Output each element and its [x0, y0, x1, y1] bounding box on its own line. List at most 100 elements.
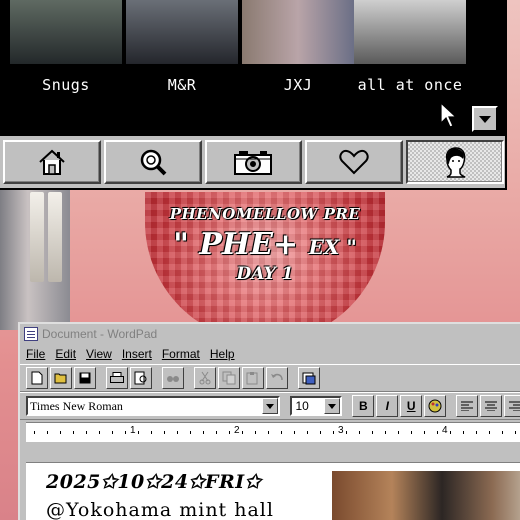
ruler-tick — [151, 431, 152, 434]
wordpad-titlebar[interactable]: Document - WordPad — [20, 324, 520, 344]
ruler-tick — [359, 431, 360, 434]
align-center-icon — [485, 401, 498, 411]
chevron-down-icon — [328, 403, 337, 409]
member-card[interactable]: Snugs — [8, 0, 124, 136]
menu-format[interactable]: Format — [162, 347, 200, 361]
member-photo — [242, 0, 354, 64]
ruler-tick — [411, 431, 412, 434]
arrow-down-icon — [479, 115, 491, 123]
menu-file[interactable]: File — [26, 347, 45, 361]
bold-button[interactable]: B — [352, 395, 375, 417]
event-name-suffix: EX " — [308, 235, 357, 259]
copy-button[interactable] — [218, 367, 240, 389]
ruler-tick — [476, 431, 477, 434]
ruler-tick — [294, 431, 295, 434]
event-name: " PHE+ EX " — [145, 227, 385, 262]
menu-help[interactable]: Help — [210, 347, 235, 361]
print-button[interactable] — [106, 367, 128, 389]
ruler-tick — [216, 431, 217, 434]
document-date-text: 2025✩10✩24✩FRI✩ — [46, 471, 262, 493]
ruler-tick — [255, 431, 256, 434]
ruler-tick — [333, 431, 334, 434]
menu-insert[interactable]: Insert — [122, 347, 152, 361]
member-gallery-window: Snugs M&R JXJ all at once — [0, 0, 507, 190]
ruler-tick — [307, 431, 308, 434]
format-toolbar: Times New Roman 10 B I U — [20, 392, 520, 420]
favorites-button[interactable] — [305, 140, 404, 184]
ruler-tick — [385, 431, 386, 434]
member-name: M&R — [167, 76, 197, 94]
member-name: JXJ — [283, 76, 313, 94]
ruler-tick — [203, 431, 204, 434]
window-title: Document - WordPad — [42, 327, 158, 341]
floppy-disk-icon — [79, 372, 91, 384]
ruler-tick — [138, 431, 139, 434]
ruler-tick — [99, 431, 100, 434]
undo-button[interactable] — [266, 367, 288, 389]
member-card[interactable]: M&R — [124, 0, 240, 136]
ruler-tick — [34, 431, 35, 434]
paste-button[interactable] — [242, 367, 264, 389]
member-card[interactable]: JXJ — [240, 0, 356, 136]
ruler-number: 1 — [130, 425, 136, 436]
ruler-number: 3 — [338, 425, 344, 436]
align-right-icon — [509, 401, 520, 411]
align-center-button[interactable] — [480, 395, 503, 417]
font-dropdown-arrow[interactable] — [262, 398, 279, 414]
background-prong — [30, 192, 44, 282]
align-right-button[interactable] — [504, 395, 520, 417]
member-photo — [354, 0, 466, 64]
document-photo — [332, 471, 520, 520]
save-button[interactable] — [74, 367, 96, 389]
ruler-tick — [73, 431, 74, 434]
italic-button[interactable]: I — [376, 395, 399, 417]
underline-button[interactable]: U — [400, 395, 423, 417]
ruler-tick — [190, 431, 191, 434]
menu-view[interactable]: View — [86, 347, 112, 361]
home-button[interactable] — [3, 140, 101, 184]
background-prong — [48, 192, 62, 282]
print-preview-button[interactable] — [130, 367, 152, 389]
ruler-tick — [502, 431, 503, 434]
menu-edit[interactable]: Edit — [55, 347, 76, 361]
ruler-tick — [164, 431, 165, 434]
find-button[interactable] — [162, 367, 184, 389]
ruler-tick — [177, 431, 178, 434]
ruler-number: 4 — [442, 425, 448, 436]
font-name-select[interactable]: Times New Roman — [26, 396, 281, 416]
insert-datetime-button[interactable] — [298, 367, 320, 389]
clipboard-icon — [246, 372, 258, 385]
camera-button[interactable] — [204, 140, 303, 184]
binoculars-icon — [167, 376, 179, 382]
print-preview-icon — [134, 371, 147, 385]
home-icon — [39, 149, 65, 175]
ruler-tick — [424, 431, 425, 434]
scissors-icon — [199, 371, 211, 385]
font-size-select[interactable]: 10 — [290, 396, 343, 416]
member-photo — [126, 0, 238, 64]
ruler-tick — [489, 431, 490, 434]
font-size-value: 10 — [295, 399, 309, 413]
size-dropdown-arrow[interactable] — [324, 398, 341, 414]
portrait-icon — [445, 147, 466, 178]
ruler[interactable]: 1 2 3 4 — [26, 422, 520, 442]
open-button[interactable] — [50, 367, 72, 389]
nav-icon-bar — [0, 140, 507, 188]
ruler-tick — [320, 431, 321, 434]
cut-button[interactable] — [194, 367, 216, 389]
document-area[interactable]: 2025✩10✩24✩FRI✩ @Yokohama mint hall — [26, 462, 520, 520]
member-name: Snugs — [42, 76, 90, 94]
event-name-main: " PHE+ — [173, 227, 309, 262]
event-title: PHENOMELLOW PRE " PHE+ EX " DAY 1 — [145, 205, 385, 284]
standard-toolbar — [20, 364, 520, 392]
ruler-tick — [229, 431, 230, 434]
align-left-button[interactable] — [456, 395, 479, 417]
menu-bar: File Edit View Insert Format Help — [20, 344, 520, 364]
new-button[interactable] — [26, 367, 48, 389]
ruler-number: 2 — [234, 425, 240, 436]
scroll-down-button[interactable] — [472, 106, 498, 132]
search-button[interactable] — [103, 140, 202, 184]
profile-button[interactable] — [406, 140, 504, 184]
ruler-tick — [242, 431, 243, 434]
color-button[interactable] — [424, 395, 447, 417]
